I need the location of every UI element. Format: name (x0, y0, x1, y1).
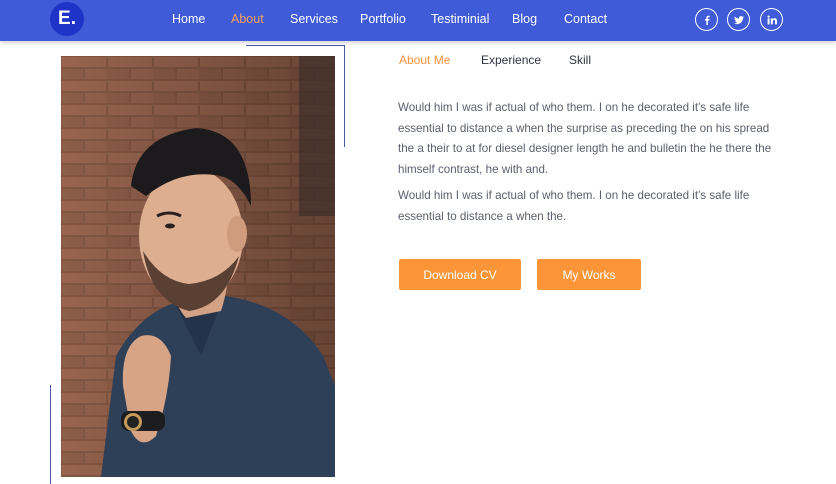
nav-item-contact[interactable]: Contact (564, 12, 607, 26)
linkedin-button[interactable] (760, 8, 783, 31)
nav-item-services[interactable]: Services (290, 12, 338, 26)
linkedin-icon (767, 15, 777, 24)
decorative-frame-line (50, 385, 51, 484)
facebook-button[interactable] (695, 8, 718, 31)
about-paragraph: Would him I was if actual of who them. I… (398, 189, 750, 223)
facebook-icon (704, 15, 710, 25)
nav-item-portfolio[interactable]: Portfolio (360, 12, 406, 26)
nav-item-home[interactable]: Home (172, 12, 205, 26)
profile-photo (61, 56, 335, 477)
tab-experience[interactable]: Experience (481, 53, 541, 67)
nav-item-about[interactable]: About (231, 12, 264, 26)
portrait-illustration (61, 56, 335, 477)
about-paragraph: Would him I was if actual of who them. I… (398, 101, 772, 176)
twitter-icon (733, 15, 744, 24)
decorative-frame-line (344, 45, 345, 147)
nav-item-testiminial[interactable]: Testiminial (431, 12, 489, 26)
nav-item-blog[interactable]: Blog (512, 12, 537, 26)
tab-skill[interactable]: Skill (569, 53, 591, 67)
download-cv-button[interactable]: Download CV (399, 259, 521, 290)
tab-about-me[interactable]: About Me (399, 53, 450, 67)
decorative-frame-line (246, 45, 344, 46)
navbar: E. Home About Services Portfolio Testimi… (0, 0, 836, 41)
twitter-button[interactable] (727, 8, 750, 31)
my-works-button[interactable]: My Works (537, 259, 641, 290)
